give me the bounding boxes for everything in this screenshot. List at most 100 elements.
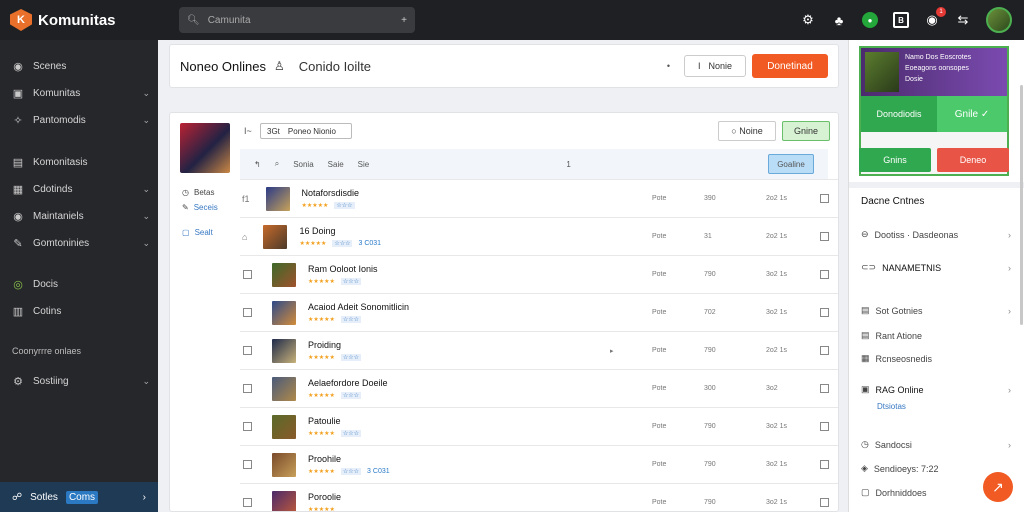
sidebar-bottom-item[interactable]: ☍ Sotles Coms › (0, 482, 158, 512)
table-row[interactable]: f1 Notaforsdisdie ★★★★★ ☆☆☆ Pote 390 2o2 1s (240, 179, 838, 217)
top-bar: K Komunitas 🔍︎ Camunita + ⚙ ♣ ● B ◉ 1 ⇆ (0, 0, 1024, 40)
panel-item[interactable]: ▦ Rcnseosnedis (861, 353, 1011, 364)
row-title[interactable]: Acaiod Adeit Sonomitlicin (308, 302, 488, 312)
outline-button[interactable]: ○ Noine (718, 121, 776, 141)
table-row[interactable]: Poroolie ★★★★★ Pote 790 3o2 1s (240, 483, 838, 511)
sidebar-item-cotins[interactable]: ▥ Cotins (12, 302, 150, 320)
window-icon[interactable]: B (893, 12, 909, 28)
table-row[interactable]: Patoulie ★★★★★ ☆☆☆ Pote 790 3o2 1s (240, 407, 838, 445)
search-icon[interactable]: ⌕ (275, 159, 279, 169)
row-checkbox[interactable] (820, 270, 829, 279)
primary-action-button[interactable]: Donetinad (752, 54, 828, 78)
row-title[interactable]: Poroolie (308, 492, 488, 502)
panel-item[interactable]: ▣ RAG Online › (861, 384, 1011, 395)
row-checkbox[interactable] (820, 384, 829, 393)
green-action-button[interactable]: Gnins (859, 148, 931, 172)
column-c[interactable]: Sie (358, 160, 370, 169)
table-row[interactable]: Ram Ooloot Ionis ★★★★★ ☆☆☆ Pote 790 3o2 1s (240, 255, 838, 293)
settings-icon[interactable]: ⚙ (800, 12, 816, 28)
row-title[interactable]: Proohile (308, 454, 488, 464)
sidebar-item-maintaniels[interactable]: ◉ Maintaniels ⌄ (12, 207, 150, 225)
filter-input[interactable]: I Nonie (684, 55, 746, 77)
game-thumbnail[interactable] (272, 414, 296, 439)
game-thumbnail[interactable] (265, 186, 290, 211)
search-input[interactable]: Camunita (208, 15, 251, 26)
left-nav-item[interactable]: ✎ Seceis (182, 200, 242, 215)
panel-item-label: NANAMETNIS (882, 262, 942, 273)
table-row[interactable]: ⌂ 16 Doing ★★★★★ ☆☆☆ 3 C031 Pote 31 2o2 1s (240, 217, 838, 255)
sidebar-item-scenes[interactable]: ◉ Scenes (12, 57, 150, 75)
sidebar-item-sostiing[interactable]: ⚙ Sostiing ⌄ (12, 372, 150, 390)
game-thumbnail[interactable] (272, 300, 296, 325)
row-title[interactable]: 16 Doing (299, 226, 479, 236)
panel-item[interactable]: ▤ Rant Atione (861, 330, 1011, 341)
table-row[interactable]: Proohile ★★★★★ ☆☆☆ 3 C031 Pote 790 3o2 1s (240, 445, 838, 483)
row-title[interactable]: Ram Ooloot Ionis (308, 264, 488, 274)
game-thumbnail[interactable] (272, 490, 296, 511)
more-icon[interactable]: • (667, 61, 670, 71)
list-filter[interactable]: 3Gt Poneo Nionio (260, 123, 352, 139)
row-select-checkbox[interactable] (243, 384, 252, 393)
column-b[interactable]: Saie (328, 160, 344, 169)
row-checkbox[interactable] (820, 422, 829, 431)
sidebar-item-cdotinds[interactable]: ▦ Cdotinds ⌄ (12, 180, 150, 198)
add-icon[interactable]: + (401, 15, 407, 26)
search-bar[interactable]: 🔍︎ Camunita + (179, 7, 415, 33)
row-select-checkbox[interactable] (243, 346, 252, 355)
sidebar-item-gomtoninies[interactable]: ✎ Gomtoninies ⌄ (12, 234, 150, 252)
back-icon[interactable]: ↰ (254, 160, 261, 169)
row-title[interactable]: Patoulie (308, 416, 488, 426)
chevron-down-icon: ⌄ (142, 87, 150, 98)
row-title[interactable]: Notaforsdisdie (302, 188, 482, 198)
left-nav-item[interactable]: ◷ Betas (182, 185, 242, 200)
row-checkbox[interactable] (820, 498, 829, 507)
promo-right-button[interactable]: Gnile ✓ (937, 96, 1007, 132)
sidebar-item-komunitas[interactable]: ▣ Komunitas ⌄ (12, 84, 150, 102)
app-logo[interactable]: K Komunitas (10, 9, 160, 31)
table-row[interactable]: Aelaefordore Doeile ★★★★★ ☆☆☆ Pote 300 3o2 (240, 369, 838, 407)
scrollbar[interactable] (1020, 85, 1023, 325)
game-thumbnail[interactable] (272, 376, 296, 401)
status-icon[interactable]: ● (862, 12, 878, 28)
sidebar-item-komonitasis[interactable]: ▤ Komonitasis (12, 153, 150, 171)
panel-item[interactable]: ⊖ Dootiss · Dasdeonas › (861, 229, 1011, 240)
panel-item-sublabel[interactable]: Dtsiotas (877, 402, 906, 411)
row-checkbox[interactable] (820, 346, 829, 355)
sidebar-item-docis[interactable]: ◎ Docis (12, 275, 150, 293)
red-action-button[interactable]: Deneo (937, 148, 1009, 172)
game-thumbnail[interactable] (263, 224, 288, 249)
sidebar-item-pantomodis[interactable]: ✧ Pantomodis ⌄ (12, 111, 150, 129)
panel-item[interactable]: ⊂⊃ NANAMETNIS › (861, 262, 1011, 273)
row-select-checkbox[interactable] (243, 270, 252, 279)
play-icon[interactable]: ▸ (610, 347, 614, 355)
row-title[interactable]: Aelaefordore Doeile (308, 378, 488, 388)
game-thumbnail[interactable] (272, 262, 296, 287)
table-row[interactable]: Acaiod Adeit Sonomitlicin ★★★★★ ☆☆☆ Pote 70… (240, 293, 838, 331)
share-fab-button[interactable]: ↗ (983, 472, 1013, 502)
row-checkbox[interactable] (820, 232, 829, 241)
column-a[interactable]: Sonia (293, 160, 313, 169)
left-nav-item[interactable]: ▢ Sealt (182, 225, 242, 240)
row-select-checkbox[interactable] (243, 422, 252, 431)
row-select-checkbox[interactable] (243, 460, 252, 469)
row-checkbox[interactable] (820, 308, 829, 317)
panel-item[interactable]: ▤ Sot Gotnies › (861, 305, 1011, 316)
notification-icon[interactable]: ◉ 1 (924, 7, 946, 28)
avatar[interactable] (986, 7, 1012, 33)
game-thumbnail[interactable] (272, 338, 296, 363)
promo-left-button[interactable]: Donodiodis (861, 96, 937, 132)
row-checkbox[interactable] (820, 194, 829, 203)
green-button[interactable]: Gnine (782, 121, 830, 141)
panel-item[interactable]: ◷ Sandocsi › (861, 439, 1011, 450)
share-icon[interactable]: ⇆ (955, 12, 971, 28)
row-title[interactable]: Proiding (308, 340, 488, 350)
puzzle-icon[interactable]: ♣ (831, 12, 847, 28)
game-thumbnail[interactable] (272, 452, 296, 477)
panel-item[interactable]: ◈ Sendioeys: 7:22 (861, 463, 1011, 474)
row-select-checkbox[interactable] (243, 308, 252, 317)
row-select-checkbox[interactable] (243, 498, 252, 507)
featured-game-thumbnail[interactable] (180, 123, 230, 173)
table-row[interactable]: Proiding ★★★★★ ☆☆☆ ▸ Pote 790 2o2 1s (240, 331, 838, 369)
row-checkbox[interactable] (820, 460, 829, 469)
subheader-button[interactable]: Goaline (768, 154, 814, 174)
